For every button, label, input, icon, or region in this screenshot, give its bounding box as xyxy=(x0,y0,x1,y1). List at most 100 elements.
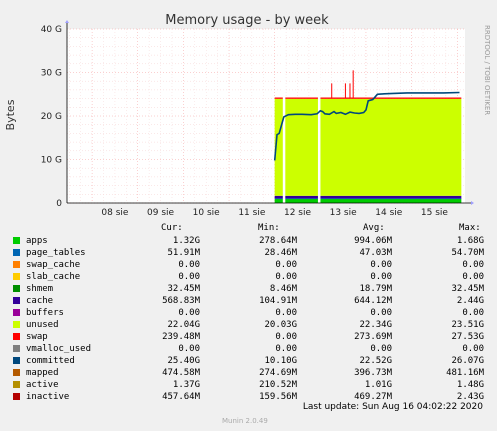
chart-title: Memory usage - by week xyxy=(165,13,329,28)
legend-row-shmem: shmem 32.45M 8.46M 18.79M 32.45M xyxy=(0,283,497,295)
legend-value-avg: 0.00 xyxy=(370,308,392,318)
legend-row-buffers: buffers 0.00 0.00 0.00 0.00 xyxy=(0,307,497,319)
legend-value-cur: 32.45M xyxy=(167,284,200,294)
legend-row-vmalloc_used: vmalloc_used 0.00 0.00 0.00 0.00 xyxy=(0,343,497,355)
legend-value-avg: 273.69M xyxy=(354,332,392,342)
legend-name: buffers xyxy=(26,308,64,318)
legend-swatch xyxy=(13,237,20,244)
legend-header-avg: Avg: xyxy=(363,223,385,233)
legend-value-cur: 22.04G xyxy=(167,320,200,330)
legend-value-min: 278.64M xyxy=(259,236,297,246)
legend-name: slab_cache xyxy=(26,272,81,282)
legend-swatch xyxy=(13,321,20,328)
legend-value-cur: 1.32G xyxy=(172,236,200,246)
y-tick-label: 40 G xyxy=(41,25,62,35)
last-update: Last update: Sun Aug 16 04:02:22 2020 xyxy=(302,402,483,412)
legend-value-cur: 25.40G xyxy=(167,356,200,366)
legend-name: shmem xyxy=(26,284,54,294)
legend-value-avg: 994.06M xyxy=(354,236,392,246)
area-unused xyxy=(274,98,462,196)
legend-value-min: 210.52M xyxy=(259,380,297,390)
legend-value-avg: 644.12M xyxy=(354,296,392,306)
legend-row-mapped: mapped 474.58M 274.69M 396.73M 481.16M xyxy=(0,367,497,379)
legend-value-cur: 457.64M xyxy=(162,392,200,402)
legend-value-cur: 568.83M xyxy=(162,296,200,306)
x-tick-label: 10 sie xyxy=(193,208,221,218)
legend-value-avg: 0.00 xyxy=(370,260,392,270)
legend-swatch xyxy=(13,297,20,304)
legend-name: page_tables xyxy=(26,248,86,258)
legend-value-min: 8.46M xyxy=(269,284,297,294)
y-tick-label: 30 G xyxy=(41,69,62,79)
legend-value-cur: 239.48M xyxy=(162,332,200,342)
x-tick-label: 12 sie xyxy=(284,208,312,218)
area-apps xyxy=(274,198,462,203)
munin-version: Munin 2.0.49 xyxy=(222,417,268,425)
legend-row-committed: committed 25.40G 10.10G 22.52G 26.07G xyxy=(0,355,497,367)
legend-name: cache xyxy=(26,296,54,306)
legend-value-min: 28.46M xyxy=(264,248,297,258)
legend-header-max: Max: xyxy=(459,223,481,233)
legend-swatch xyxy=(13,345,20,352)
legend-value-avg: 22.34G xyxy=(359,320,392,330)
legend-name: committed xyxy=(26,356,75,366)
data-gap xyxy=(317,29,321,203)
legend-swatch xyxy=(13,285,20,292)
legend-value-max: 32.45M xyxy=(451,284,484,294)
legend-value-min: 10.10G xyxy=(264,356,297,366)
legend-row-swap: swap 239.48M 0.00 273.69M 27.53G xyxy=(0,331,497,343)
legend-value-max: 0.00 xyxy=(462,308,484,318)
legend-swatch xyxy=(13,333,20,340)
legend-value-min: 104.91M xyxy=(259,296,297,306)
x-tick-label: 14 sie xyxy=(375,208,403,218)
legend-value-min: 0.00 xyxy=(275,260,297,270)
legend-value-avg: 0.00 xyxy=(370,344,392,354)
legend-value-max: 23.51G xyxy=(451,320,484,330)
legend-row-active: active 1.37G 210.52M 1.01G 1.48G xyxy=(0,379,497,391)
y-tick-label: 10 G xyxy=(41,156,62,166)
legend-swatch xyxy=(13,357,20,364)
legend-value-max: 0.00 xyxy=(462,344,484,354)
legend-value-cur: 474.58M xyxy=(162,368,200,378)
rrdtool-credit: RRDTOOL / TOBI OETIKER xyxy=(483,25,491,115)
legend-value-max: 27.53G xyxy=(451,332,484,342)
legend-value-avg: 22.52G xyxy=(359,356,392,366)
legend-value-cur: 0.00 xyxy=(178,344,200,354)
legend-swatch xyxy=(13,273,20,280)
legend-name: unused xyxy=(26,320,59,330)
y-tick-label: 0 xyxy=(56,199,62,209)
legend-value-max: 0.00 xyxy=(462,272,484,282)
legend-name: mapped xyxy=(26,368,59,378)
legend-value-avg: 47.03M xyxy=(359,248,392,258)
legend-value-max: 26.07G xyxy=(451,356,484,366)
y-axis-label: Bytes xyxy=(4,99,17,130)
legend-name: swap_cache xyxy=(26,260,81,270)
legend-swatch xyxy=(13,261,20,268)
legend-value-avg: 18.79M xyxy=(359,284,392,294)
y-tick-label: 20 G xyxy=(41,112,62,122)
legend-value-max: 481.16M xyxy=(446,368,484,378)
legend-name: vmalloc_used xyxy=(26,344,92,354)
legend-swatch xyxy=(13,393,20,400)
legend-value-min: 0.00 xyxy=(275,344,297,354)
legend-swatch xyxy=(13,309,20,316)
legend-value-cur: 1.37G xyxy=(172,380,200,390)
area-swap xyxy=(274,97,462,99)
legend-value-min: 274.69M xyxy=(259,368,297,378)
x-tick-label: 08 sie xyxy=(101,208,129,218)
legend-name: active xyxy=(26,380,59,390)
legend-value-max: 54.70M xyxy=(451,248,484,258)
legend-name: apps xyxy=(26,236,48,246)
legend-value-min: 159.56M xyxy=(259,392,297,402)
legend-value-min: 0.00 xyxy=(275,308,297,318)
legend-row-slab_cache: slab_cache 0.00 0.00 0.00 0.00 xyxy=(0,271,497,283)
x-tick-label: 13 sie xyxy=(330,208,358,218)
legend-value-cur: 51.91M xyxy=(167,248,200,258)
legend-swatch xyxy=(13,369,20,376)
legend-value-max: 0.00 xyxy=(462,260,484,270)
x-tick-label: 09 sie xyxy=(147,208,175,218)
legend-value-avg: 396.73M xyxy=(354,368,392,378)
legend-value-max: 1.68G xyxy=(456,236,484,246)
legend-value-cur: 0.00 xyxy=(178,272,200,282)
x-tick-label: 15 sie xyxy=(421,208,449,218)
